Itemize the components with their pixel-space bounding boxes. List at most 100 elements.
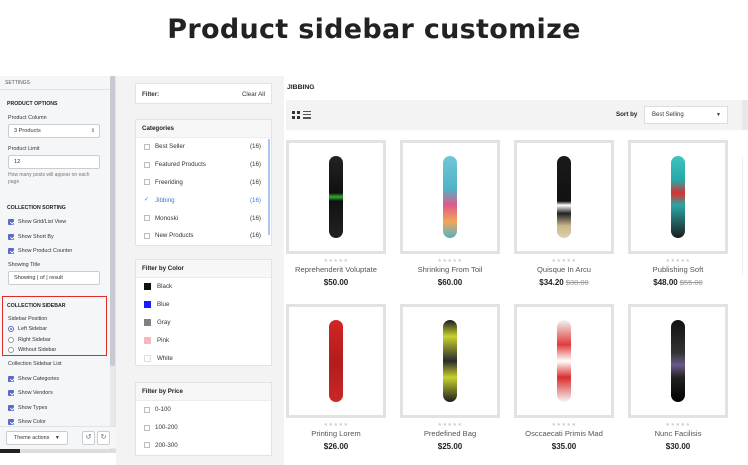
current-price: $48.00: [653, 278, 678, 287]
categories-scrollbar[interactable]: [268, 139, 270, 235]
color-item[interactable]: Gray: [136, 314, 271, 332]
checkbox-icon: [144, 406, 150, 413]
checkbox-show-vendors[interactable]: Show Vendors: [8, 388, 53, 397]
checkbox-label: Show Color: [18, 418, 46, 425]
product-image[interactable]: [400, 140, 500, 254]
showing-title-input[interactable]: Showing | of | result: [8, 271, 100, 285]
sort-select[interactable]: Best Selling ▼: [644, 106, 728, 124]
color-item[interactable]: Black: [136, 278, 271, 296]
old-price: $38.00: [565, 278, 589, 287]
color-swatch: [144, 283, 151, 291]
category-item[interactable]: New Products (16): [136, 227, 271, 245]
checkbox-icon: [144, 143, 150, 150]
product-area: JIBBING Sort by Best Selling ▼ ★★★★★ Repre…: [284, 76, 748, 465]
product-card[interactable]: ★★★★★ Shrinking From Toil $60.00: [400, 140, 500, 287]
product-price: $34.20 $38.00: [514, 278, 614, 287]
product-name[interactable]: Shrinking From Toil: [400, 265, 500, 274]
snowboard-image: [671, 320, 685, 402]
rating-stars: ★★★★★: [551, 422, 577, 428]
current-price: $35.00: [551, 442, 577, 451]
product-card[interactable]: ★★★★★ Publishing Soft $48.00 $55.00: [628, 140, 728, 287]
grid-view-icon[interactable]: [292, 111, 300, 119]
checkbox-checked-icon: [8, 389, 14, 396]
product-name[interactable]: Predefined Bag: [400, 429, 500, 438]
category-item[interactable]: Freeriding (16): [136, 174, 271, 192]
checkbox-checked-icon: [8, 247, 14, 254]
color-item[interactable]: Pink: [136, 331, 271, 349]
rating-stars: ★★★★★: [551, 258, 577, 264]
product-image[interactable]: [514, 140, 614, 254]
checkbox-checked-icon: [8, 418, 14, 425]
checkbox-icon: [144, 215, 150, 222]
product-limit-label: Product Limit: [8, 146, 40, 152]
undo-button[interactable]: ↺: [82, 431, 95, 445]
checkbox-checked-icon: [8, 404, 14, 411]
showing-title-label: Showing Title: [8, 262, 41, 268]
product-column-select[interactable]: 3 Products ⇕: [8, 124, 100, 138]
checkbox-label: Show Types: [18, 404, 48, 411]
product-card[interactable]: ★★★★★ Predefined Bag $25.00: [400, 304, 500, 451]
product-name[interactable]: Reprehenderit Voluptate: [286, 265, 386, 274]
product-toolbar: Sort by Best Selling ▼: [286, 100, 742, 130]
snowboard-image: [671, 156, 685, 238]
current-price: $25.00: [437, 442, 463, 451]
settings-title: SETTINGS: [0, 76, 115, 90]
product-image[interactable]: [628, 304, 728, 418]
product-name[interactable]: Quisque In Arcu: [514, 265, 614, 274]
category-item[interactable]: Best Seller (16): [136, 138, 271, 156]
snowboard-image: [329, 320, 343, 402]
current-price: $50.00: [323, 278, 349, 287]
checkbox-label: Show Product Counter: [18, 247, 73, 254]
price-item[interactable]: 200-300: [136, 437, 271, 455]
clear-all-link[interactable]: Clear All: [242, 91, 265, 98]
section-collection-sorting: COLLECTION SORTING: [7, 205, 66, 211]
color-item[interactable]: Blue: [136, 296, 271, 314]
price-item[interactable]: 0-100: [136, 401, 271, 419]
checkbox-show-types[interactable]: Show Types: [8, 403, 47, 412]
category-item[interactable]: Monoski (16): [136, 209, 271, 227]
categories-box: Categories Best Seller (16) Featured Produ…: [135, 119, 272, 246]
product-card[interactable]: ★★★★★ Osccaecati Primis Mad $35.00: [514, 304, 614, 451]
current-price: $60.00: [437, 278, 463, 287]
product-card[interactable]: ★★★★★ Reprehenderit Voluptate $50.00: [286, 140, 386, 287]
product-image[interactable]: [514, 304, 614, 418]
scrollbar-thumb[interactable]: [110, 76, 115, 366]
product-name[interactable]: Publishing Soft: [628, 265, 728, 274]
product-card[interactable]: ★★★★★ Printing Lorem $26.00: [286, 304, 386, 451]
product-price: $50.00: [286, 278, 386, 287]
category-name: New Products: [155, 232, 194, 240]
price-filter-heading: Filter by Price: [136, 383, 271, 401]
color-item[interactable]: White: [136, 349, 271, 367]
color-name: Pink: [157, 336, 170, 344]
checkbox-show-categories[interactable]: Show Categories: [8, 374, 59, 383]
checkbox-label: Show Grid/List View: [18, 218, 67, 225]
categories-list: Best Seller (16) Featured Products (16) Free…: [136, 138, 271, 245]
product-image[interactable]: [400, 304, 500, 418]
rating-stars: ★★★★★: [323, 422, 349, 428]
categories-heading: Categories: [136, 120, 271, 138]
color-filter-heading: Filter by Color: [136, 260, 271, 278]
checkbox-show-color[interactable]: Show Color: [8, 417, 46, 426]
product-name[interactable]: Nunc Facilisis: [628, 429, 728, 438]
category-count: (16): [249, 143, 261, 151]
checkbox-product-counter[interactable]: Show Product Counter: [8, 246, 72, 255]
category-item[interactable]: Featured Products (16): [136, 156, 271, 174]
settings-scrollbar[interactable]: [110, 76, 115, 452]
category-item[interactable]: ✓ Jibbing (16): [136, 191, 271, 209]
redo-button[interactable]: ↻: [97, 431, 110, 445]
checkbox-grid-list[interactable]: Show Grid/List View: [8, 217, 66, 226]
list-view-icon[interactable]: [303, 111, 311, 119]
product-limit-input[interactable]: 12: [8, 155, 100, 169]
product-name[interactable]: Osccaecati Primis Mad: [514, 429, 614, 438]
product-price: $25.00: [400, 442, 500, 451]
product-image[interactable]: [628, 140, 728, 254]
product-image[interactable]: [286, 140, 386, 254]
theme-actions-button[interactable]: Theme actions ▼: [6, 431, 68, 445]
product-image[interactable]: [286, 304, 386, 418]
redo-icon: ↻: [100, 434, 107, 441]
product-name[interactable]: Printing Lorem: [286, 429, 386, 438]
price-item[interactable]: 100-200: [136, 419, 271, 437]
product-card[interactable]: ★★★★★ Nunc Facilisis $30.00: [628, 304, 728, 451]
product-card[interactable]: ★★★★★ Quisque In Arcu $34.20 $38.00: [514, 140, 614, 287]
checkbox-short-by[interactable]: Show Short By: [8, 232, 54, 241]
